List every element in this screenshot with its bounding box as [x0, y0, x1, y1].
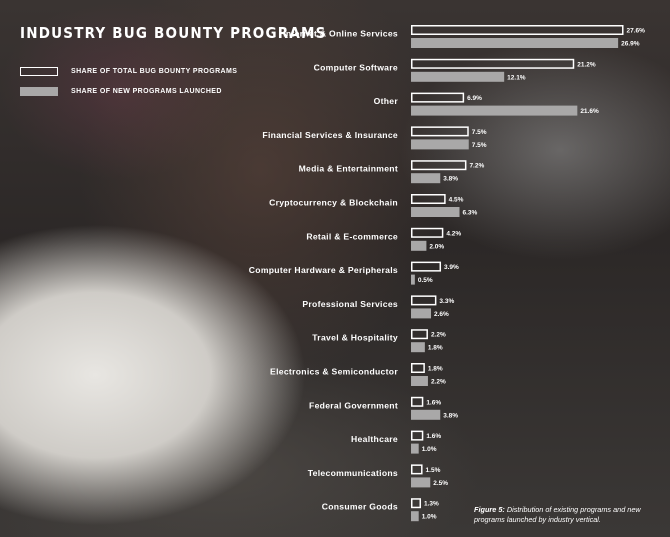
- category-label-electronics-semiconductor: Electronics & Semiconductor: [270, 367, 398, 377]
- bar-total-retail-e-commerce: [411, 227, 444, 238]
- value-label-new-media-entertainment: 3.8%: [443, 176, 458, 183]
- bar-total-professional-services: [411, 295, 437, 306]
- category-label-computer-software: Computer Software: [314, 62, 398, 72]
- category-label-internet-online-services: Internet & Online Services: [283, 29, 398, 39]
- category-label-other: Other: [374, 96, 399, 106]
- category-label-healthcare: Healthcare: [351, 434, 398, 444]
- bar-new-internet-online-services: [411, 38, 619, 48]
- category-label-media-entertainment: Media & Entertainment: [299, 164, 398, 174]
- category-label-financial-services-insurance: Financial Services & Insurance: [262, 130, 398, 140]
- value-label-new-computer-hardware-peripherals: 0.5%: [418, 277, 433, 284]
- bar-total-financial-services-insurance: [411, 126, 469, 137]
- bar-new-computer-hardware-peripherals: [411, 274, 415, 285]
- category-label-telecommunications: Telecommunications: [308, 468, 398, 478]
- value-label-total-consumer-goods: 1.3%: [424, 501, 439, 508]
- value-label-total-computer-hardware-peripherals: 3.9%: [444, 264, 459, 271]
- category-label-cryptocurrency-blockchain: Cryptocurrency & Blockchain: [269, 198, 398, 208]
- value-label-new-internet-online-services: 26.9%: [621, 41, 640, 48]
- value-label-new-healthcare: 1.0%: [422, 446, 437, 453]
- value-label-total-travel-hospitality: 2.2%: [431, 332, 446, 339]
- value-label-new-retail-e-commerce: 2.0%: [429, 243, 444, 250]
- bar-new-media-entertainment: [411, 173, 441, 184]
- bar-total-internet-online-services: [411, 25, 624, 35]
- value-label-new-financial-services-insurance: 7.5%: [472, 142, 487, 149]
- bar-total-media-entertainment: [411, 160, 467, 171]
- category-label-computer-hardware-peripherals: Computer Hardware & Peripherals: [249, 265, 398, 275]
- bar-chart: Internet & Online Services 27.6% 26.9% Comp…: [249, 25, 646, 522]
- value-label-total-electronics-semiconductor: 1.8%: [428, 366, 443, 373]
- value-label-new-cryptocurrency-blockchain: 6.3%: [463, 210, 478, 217]
- value-label-total-federal-government: 1.6%: [426, 399, 441, 406]
- value-label-total-professional-services: 3.3%: [439, 298, 454, 305]
- bar-total-other: [411, 92, 465, 103]
- bar-new-electronics-semiconductor: [411, 376, 428, 386]
- category-label-federal-government: Federal Government: [309, 400, 398, 410]
- value-label-total-telecommunications: 1.5%: [426, 467, 441, 474]
- value-label-new-other: 21.6%: [580, 108, 599, 115]
- value-label-total-healthcare: 1.6%: [426, 433, 441, 440]
- value-label-new-telecommunications: 2.5%: [433, 480, 448, 487]
- category-label-travel-hospitality: Travel & Hospitality: [312, 333, 398, 343]
- bar-new-financial-services-insurance: [411, 139, 469, 150]
- bar-new-telecommunications: [411, 477, 431, 488]
- bar-total-cryptocurrency-blockchain: [411, 194, 446, 204]
- bar-new-professional-services: [411, 308, 432, 319]
- value-label-total-media-entertainment: 7.2%: [469, 163, 484, 170]
- bar-total-travel-hospitality: [411, 329, 428, 340]
- bar-new-other: [411, 105, 578, 116]
- bar-new-travel-hospitality: [411, 342, 425, 353]
- value-label-total-retail-e-commerce: 4.2%: [446, 230, 461, 237]
- bar-total-computer-software: [411, 58, 575, 69]
- caption-prefix: Figure 5:: [474, 505, 505, 514]
- bar-new-cryptocurrency-blockchain: [411, 207, 460, 217]
- category-label-professional-services: Professional Services: [302, 299, 398, 309]
- value-label-new-travel-hospitality: 1.8%: [428, 345, 443, 352]
- figure-caption: Figure 5: Distribution of existing progr…: [474, 505, 654, 524]
- value-label-new-federal-government: 3.8%: [443, 412, 458, 419]
- category-label-retail-e-commerce: Retail & E-commerce: [306, 231, 398, 241]
- value-label-total-other: 6.9%: [467, 95, 482, 102]
- bar-new-computer-software: [411, 71, 505, 82]
- bar-total-healthcare: [411, 430, 424, 441]
- infographic: INDUSTRY BUG BOUNTY PROGRAMS SHARE OF TO…: [0, 0, 670, 537]
- bar-new-healthcare: [411, 443, 419, 454]
- value-label-new-electronics-semiconductor: 2.2%: [431, 379, 446, 386]
- bar-total-telecommunications: [411, 464, 423, 475]
- bar-new-consumer-goods: [411, 511, 419, 522]
- bar-total-consumer-goods: [411, 498, 422, 509]
- category-label-consumer-goods: Consumer Goods: [322, 502, 398, 512]
- value-label-total-cryptocurrency-blockchain: 4.5%: [449, 197, 464, 204]
- bar-total-electronics-semiconductor: [411, 363, 425, 373]
- value-label-new-computer-software: 12.1%: [507, 74, 526, 81]
- value-label-new-professional-services: 2.6%: [434, 311, 449, 318]
- value-label-total-internet-online-services: 27.6%: [627, 28, 646, 35]
- bar-total-computer-hardware-peripherals: [411, 261, 442, 272]
- bar-new-retail-e-commerce: [411, 240, 427, 251]
- value-label-total-computer-software: 21.2%: [577, 61, 596, 68]
- value-label-total-financial-services-insurance: 7.5%: [472, 129, 487, 136]
- bar-total-federal-government: [411, 396, 424, 407]
- value-label-new-consumer-goods: 1.0%: [422, 514, 437, 521]
- bar-new-federal-government: [411, 409, 441, 420]
